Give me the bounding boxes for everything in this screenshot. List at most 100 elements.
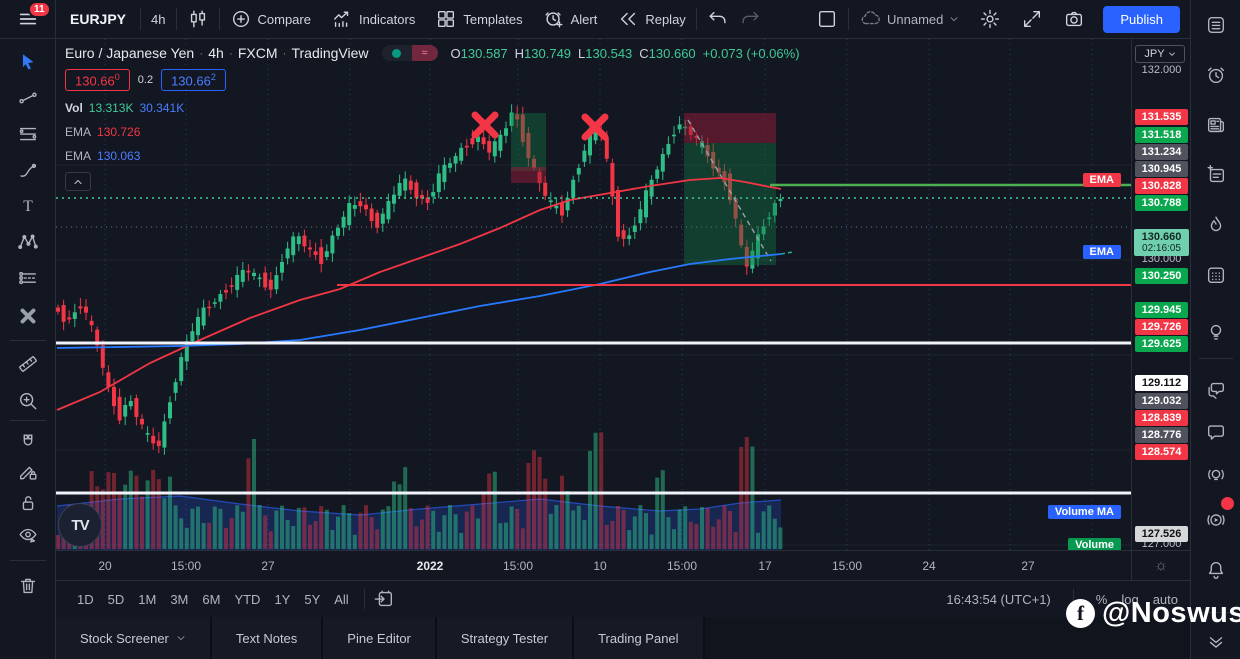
tab-strategy-tester[interactable]: Strategy Tester <box>437 617 574 659</box>
market-status-toggle[interactable]: ≈ <box>382 45 438 61</box>
tab-trading-panel[interactable]: Trading Panel <box>574 617 704 659</box>
trash-tool[interactable] <box>15 573 41 599</box>
templates-button[interactable]: Templates <box>425 0 532 39</box>
cloud-icon <box>859 8 881 30</box>
sidebar-conversation-button[interactable] <box>1203 419 1229 445</box>
tab-pine-editor[interactable]: Pine Editor <box>323 617 437 659</box>
range-1y-button[interactable]: 1Y <box>267 588 297 611</box>
axis-price-label: 132.000 <box>1132 64 1191 76</box>
hide-drawings-tool[interactable] <box>15 522 41 548</box>
bottom-toolbar: 1D5D1M3M6MYTD1Y5YAll 16:43:54 (UTC+1) % … <box>56 580 1190 617</box>
chart-pane[interactable]: Euro / Japanese Yen · 4h · FXCM · Tradin… <box>56 39 1131 580</box>
ruler-tool[interactable] <box>15 351 41 377</box>
range-5d-button[interactable]: 5D <box>101 588 132 611</box>
indicators-button[interactable]: Indicators <box>321 0 425 39</box>
cloud-layout-button[interactable]: Unnamed <box>849 0 969 39</box>
currency-unit-button[interactable]: JPY <box>1135 45 1185 63</box>
ohlc-values: O130.587 H130.749 L130.543 C130.660 +0.0… <box>451 46 800 61</box>
sidebar-live-button[interactable] <box>1203 507 1229 533</box>
volume-ma-tag[interactable]: Volume MA <box>1048 505 1121 519</box>
price-label: 130.788 <box>1135 195 1188 211</box>
sidebar-news-button[interactable] <box>1203 112 1229 138</box>
sidebar-notifications-button[interactable] <box>1203 557 1229 583</box>
range-1m-button[interactable]: 1M <box>131 588 163 611</box>
right-sidebar <box>1190 0 1240 659</box>
xabcd-pattern-tool[interactable] <box>15 229 41 255</box>
clock[interactable]: 16:43:54 (UTC+1) <box>946 592 1050 607</box>
time-label: 15:00 <box>171 559 201 573</box>
ema-fast-legend-row[interactable]: EMA 130.726 <box>65 125 800 139</box>
long-position-tool[interactable] <box>15 265 41 291</box>
camera-icon <box>1063 8 1085 30</box>
spread-value: 0.2 <box>138 74 153 86</box>
legend-interval: 4h <box>208 45 224 61</box>
toolbar-divider <box>364 589 365 609</box>
trend-line-tool[interactable] <box>15 85 41 111</box>
ema-fast-tag[interactable]: EMA <box>1083 173 1121 187</box>
ema-slow-legend-row[interactable]: EMA 130.063 <box>65 149 800 163</box>
symbol-legend-row[interactable]: Euro / Japanese Yen · 4h · FXCM · Tradin… <box>65 45 800 61</box>
snapshot-button[interactable] <box>1053 0 1095 39</box>
range-5y-button[interactable]: 5Y <box>297 588 327 611</box>
redo-button[interactable] <box>739 0 771 39</box>
watermark-handle: @Noswus <box>1102 597 1240 630</box>
sidebar-chats-button[interactable] <box>1203 377 1229 403</box>
zoom-in-tool[interactable] <box>15 388 41 414</box>
chevron-down-icon <box>176 633 186 643</box>
range-all-button[interactable]: All <box>327 588 355 611</box>
drawing-mode-tool[interactable] <box>15 459 41 485</box>
redo-icon <box>739 8 761 30</box>
range-6m-button[interactable]: 6M <box>195 588 227 611</box>
fullscreen-button[interactable] <box>1011 0 1053 39</box>
fib-retracement-tool[interactable] <box>15 121 41 147</box>
buy-button[interactable]: 130.662 <box>161 69 226 91</box>
time-label: 20 <box>98 559 111 573</box>
main-menu-button[interactable]: 11 <box>0 0 56 39</box>
time-axis[interactable]: ☼ 2015:0027202215:001015:001715:002427 <box>56 550 1190 580</box>
chart-style-button[interactable] <box>177 0 219 39</box>
settings-button[interactable] <box>969 0 1011 39</box>
sidebar-hotlists-button[interactable] <box>1203 212 1229 238</box>
tab-stock-screener[interactable]: Stock Screener <box>56 617 212 659</box>
sidebar-calendar-button[interactable] <box>1203 262 1229 288</box>
cursor-tool[interactable] <box>15 49 41 75</box>
sidebar-streams-button[interactable] <box>1203 462 1229 488</box>
brush-tool[interactable] <box>15 157 41 183</box>
go-to-date-icon[interactable] <box>373 588 395 610</box>
lock-drawings-tool[interactable] <box>15 490 41 516</box>
sidebar-text-notes-button[interactable] <box>1203 162 1229 188</box>
change-value: +0.073 (+0.06%) <box>703 46 800 61</box>
replay-button[interactable]: Replay <box>607 0 695 39</box>
interval-button[interactable]: 4h <box>141 0 175 39</box>
gear-icon <box>979 8 1001 30</box>
text-tool[interactable]: T <box>15 193 41 219</box>
magnet-tool[interactable] <box>15 429 41 455</box>
compare-button[interactable]: Compare <box>220 0 321 39</box>
sidebar-ideas-button[interactable] <box>1203 319 1229 345</box>
sidebar-alerts-button[interactable] <box>1203 62 1229 88</box>
price-label: 129.032 <box>1135 393 1188 409</box>
symbol-search-button[interactable]: EURJPY <box>56 0 140 39</box>
volume-value: 13.313K <box>89 101 134 115</box>
tab-text-notes[interactable]: Text Notes <box>212 617 323 659</box>
layout-select-button[interactable] <box>806 0 848 39</box>
sell-button[interactable]: 130.660 <box>65 69 130 91</box>
range-ytd-button[interactable]: YTD <box>227 588 267 611</box>
price-label: 131.234 <box>1135 144 1188 160</box>
price-label: 129.726 <box>1135 319 1188 335</box>
tradingview-logo[interactable]: TV <box>58 503 102 547</box>
price-scale[interactable]: JPY 132.000130.000128.000127.000131.5351… <box>1131 39 1190 580</box>
tab-label: Stock Screener <box>80 631 169 646</box>
alert-button[interactable]: Alert <box>533 0 608 39</box>
remove-drawing-tool[interactable] <box>15 303 41 329</box>
undo-button[interactable] <box>697 0 739 39</box>
volume-legend-row[interactable]: Vol 13.313K 30.341K <box>65 101 800 115</box>
sidebar-watchlist-button[interactable] <box>1203 12 1229 38</box>
legend-collapse-button[interactable] <box>65 172 91 191</box>
range-3m-button[interactable]: 3M <box>163 588 195 611</box>
range-1d-button[interactable]: 1D <box>70 588 101 611</box>
ema-slow-tag[interactable]: EMA <box>1083 245 1121 259</box>
publish-button[interactable]: Publish <box>1103 6 1180 33</box>
sidebar-collapse-button[interactable] <box>1203 629 1229 655</box>
scale-corner[interactable]: ☼ <box>1131 551 1190 580</box>
